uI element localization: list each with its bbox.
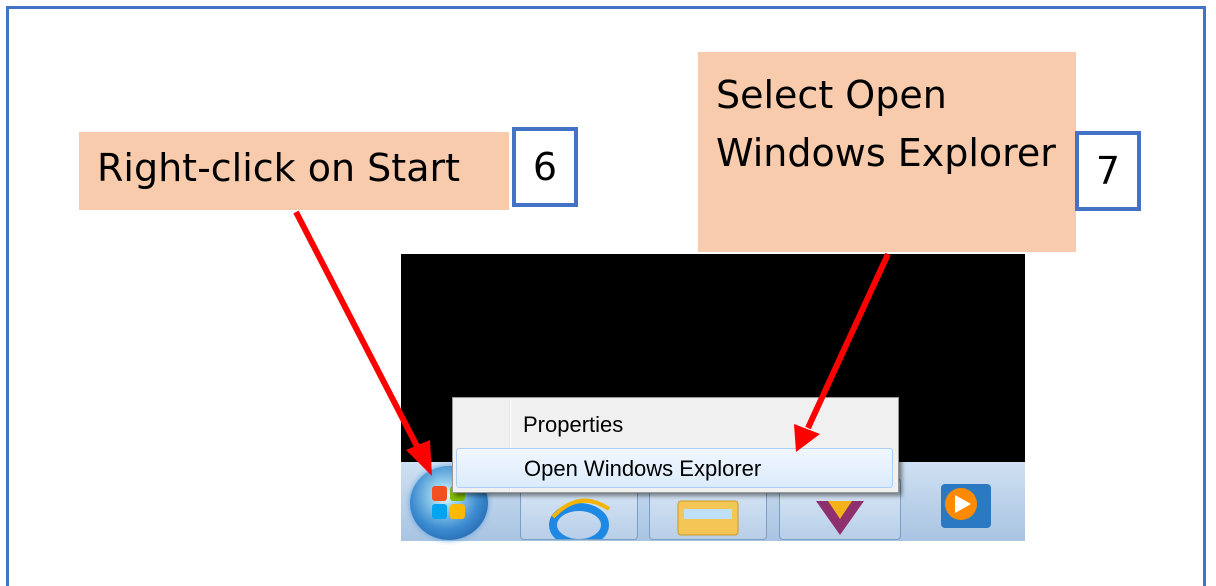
arrow-to-open-explorer — [794, 252, 891, 452]
annotation-arrows — [293, 210, 891, 476]
arrow-to-start — [293, 210, 432, 476]
